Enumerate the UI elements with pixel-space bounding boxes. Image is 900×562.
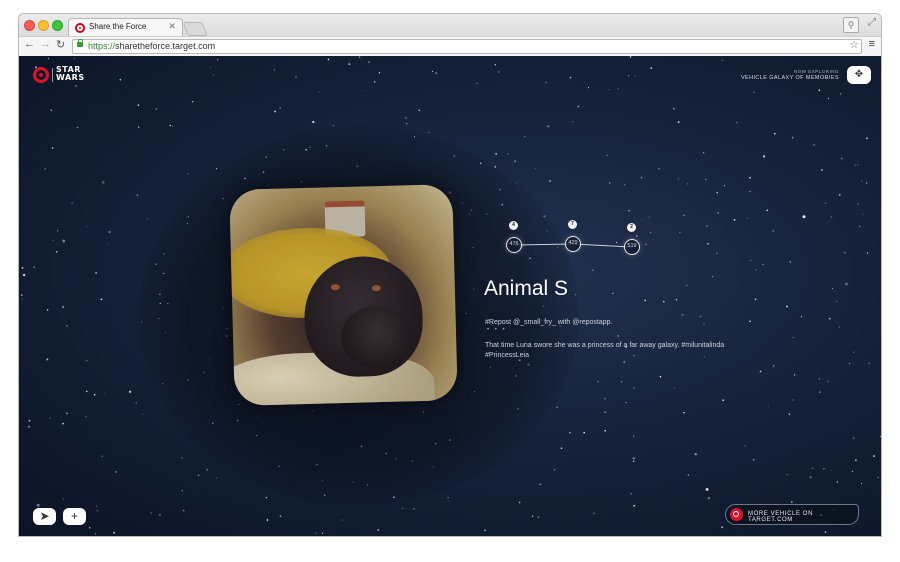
- repost-text: #Repost @_small_fry_ with @repostapp.: [485, 319, 613, 326]
- bookmark-star-icon[interactable]: ☆: [849, 38, 859, 51]
- new-tab-button[interactable]: [182, 22, 208, 36]
- target-favicon-icon: [75, 23, 85, 33]
- reload-icon[interactable]: ↻: [56, 38, 65, 51]
- forward-icon[interactable]: →: [40, 38, 51, 50]
- window-minimize-button[interactable]: [38, 20, 49, 31]
- tab-title: Share the Force: [89, 22, 147, 31]
- timeline-node[interactable]: 429: [565, 236, 581, 252]
- post-caption: That time Luna swore she was a princess …: [485, 342, 725, 359]
- locate-button[interactable]: ➤: [33, 508, 56, 525]
- tab-close-icon[interactable]: ✕: [168, 21, 176, 32]
- galaxy-name: VEHICLE GALAXY OF MEMORIES: [740, 75, 839, 81]
- lock-icon: [77, 39, 83, 47]
- node-badge: 7: [568, 220, 577, 229]
- node-badge: 4: [509, 221, 518, 230]
- now-exploring: NOW EXPLORING VEHICLE GALAXY OF MEMORIES: [741, 69, 839, 81]
- profile-icon[interactable]: ⚲: [843, 17, 859, 33]
- browser-toolbar: ← → ↻ https://sharetheforce.target.com ☆…: [19, 36, 881, 57]
- post-title: Animal S: [484, 277, 569, 300]
- window-close-button[interactable]: [24, 20, 35, 31]
- plus-icon: +: [70, 509, 78, 523]
- tab-share-the-force[interactable]: Share the Force ✕: [68, 18, 183, 37]
- memory-photo[interactable]: [229, 184, 458, 406]
- navigate-arrow-icon: ➤: [39, 509, 50, 523]
- menu-icon[interactable]: ≡: [869, 38, 875, 50]
- star-wars-wordmark: STAR WARS: [56, 65, 85, 82]
- timeline-node[interactable]: 519: [624, 239, 640, 255]
- separator-dots: • • •: [487, 327, 507, 333]
- move-icon: ✥: [854, 69, 864, 80]
- cta-label: MORE VEHICLE ON TARGET.COM: [748, 511, 814, 523]
- explore-move-button[interactable]: ✥: [847, 66, 871, 84]
- add-memory-button[interactable]: +: [63, 508, 86, 525]
- target-bullseye-icon: [730, 508, 743, 521]
- address-bar[interactable]: https://sharetheforce.target.com: [72, 39, 862, 54]
- target-bullseye-icon: [33, 67, 49, 83]
- url-text: https://sharetheforce.target.com: [88, 41, 216, 51]
- window-maximize-button[interactable]: [52, 20, 63, 31]
- page-viewport: STAR WARS NOW EXPLORING VEHICLE GALAXY OF…: [19, 56, 881, 536]
- fullscreen-icon[interactable]: ⤢: [868, 17, 876, 28]
- now-exploring-label: NOW EXPLORING: [793, 69, 839, 74]
- back-icon[interactable]: ←: [24, 38, 35, 50]
- timeline-node[interactable]: 476: [506, 237, 522, 253]
- node-badge: 2: [627, 223, 636, 232]
- tab-strip: Share the Force ✕ ⚲ ⤢: [19, 14, 881, 37]
- more-vehicle-button[interactable]: MORE VEHICLE ON TARGET.COM: [725, 504, 859, 525]
- browser-window: Share the Force ✕ ⚲ ⤢ ← → ↻ https://shar…: [19, 14, 881, 536]
